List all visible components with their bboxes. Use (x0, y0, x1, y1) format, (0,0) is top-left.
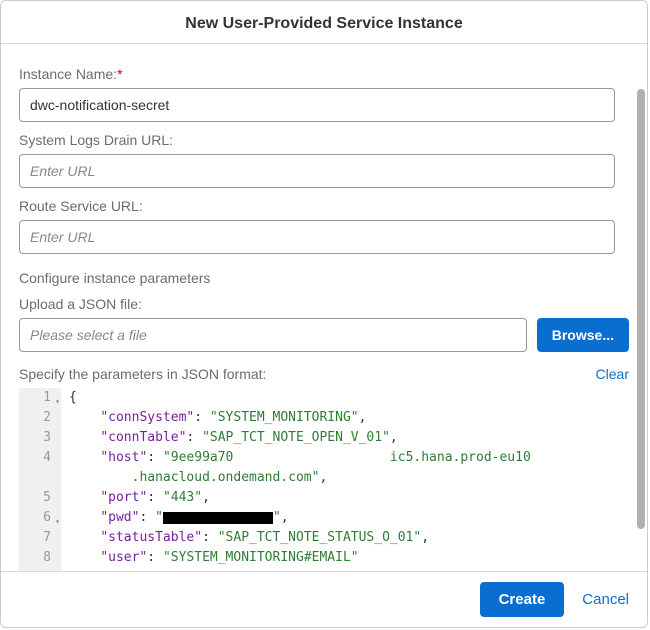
line-number: 9 (19, 568, 61, 571)
instance-name-input[interactable] (19, 88, 615, 122)
dialog-new-service-instance: New User-Provided Service Instance Insta… (0, 0, 648, 628)
code-line[interactable]: 8 "user": "SYSTEM_MONITORING#EMAIL" (19, 548, 615, 568)
code-content[interactable]: { (61, 388, 77, 408)
cancel-link[interactable]: Cancel (582, 591, 629, 608)
syslog-label: System Logs Drain URL: (19, 132, 629, 148)
code-content[interactable]: "host": "9ee99a70 ic5.hana.prod-eu10 (61, 448, 531, 468)
redacted-text (163, 512, 273, 524)
code-content[interactable]: "port": "443", (61, 488, 210, 508)
code-line[interactable]: 7 "statusTable": "SAP_TCT_NOTE_STATUS_O_… (19, 528, 615, 548)
line-number: 3 (19, 428, 61, 448)
upload-label: Upload a JSON file: (19, 296, 629, 312)
instance-name-label: Instance Name:* (19, 66, 629, 82)
upload-file-input[interactable] (19, 318, 527, 352)
create-button[interactable]: Create (480, 582, 565, 617)
code-line[interactable]: 2 "connSystem": "SYSTEM_MONITORING", (19, 408, 615, 428)
code-content[interactable]: "statusTable": "SAP_TCT_NOTE_STATUS_O_01… (61, 528, 429, 548)
code-line[interactable]: 3 "connTable": "SAP_TCT_NOTE_OPEN_V_01", (19, 428, 615, 448)
line-number: 8 (19, 548, 61, 568)
line-number: 7 (19, 528, 61, 548)
dialog-footer: Create Cancel (1, 571, 647, 627)
code-line[interactable]: 9} (19, 568, 615, 571)
code-line[interactable]: 6 "pwd": "", (19, 508, 615, 528)
code-content[interactable]: "user": "SYSTEM_MONITORING#EMAIL" (61, 548, 359, 568)
scrollbar-thumb[interactable] (637, 89, 645, 529)
line-number: 4 (19, 448, 61, 468)
json-format-label: Specify the parameters in JSON format: (19, 366, 266, 382)
code-line[interactable]: 4 "host": "9ee99a70 ic5.hana.prod-eu10 (19, 448, 615, 468)
code-content[interactable]: "connTable": "SAP_TCT_NOTE_OPEN_V_01", (61, 428, 398, 448)
line-number: 1 (19, 388, 61, 408)
line-number: 2 (19, 408, 61, 428)
code-line[interactable]: 1{ (19, 388, 615, 408)
code-content[interactable]: } (61, 568, 77, 571)
browse-button[interactable]: Browse... (537, 318, 629, 352)
scrollbar[interactable] (637, 89, 645, 539)
dialog-body: Instance Name:* System Logs Drain URL: R… (1, 44, 647, 571)
code-content[interactable]: "pwd": "", (61, 508, 289, 528)
route-url-input[interactable] (19, 220, 615, 254)
code-content[interactable]: "connSystem": "SYSTEM_MONITORING", (61, 408, 366, 428)
line-number: 5 (19, 488, 61, 508)
code-content[interactable]: .hanacloud.ondemand.com", (61, 468, 327, 488)
code-line[interactable]: .hanacloud.ondemand.com", (19, 468, 615, 488)
dialog-title: New User-Provided Service Instance (1, 1, 647, 44)
clear-link[interactable]: Clear (596, 366, 629, 382)
json-editor[interactable]: 1{2 "connSystem": "SYSTEM_MONITORING",3 … (19, 388, 615, 571)
code-line[interactable]: 5 "port": "443", (19, 488, 615, 508)
line-number (19, 468, 61, 488)
syslog-input[interactable] (19, 154, 615, 188)
line-number: 6 (19, 508, 61, 528)
required-asterisk: * (117, 66, 122, 82)
configure-params-text: Configure instance parameters (19, 270, 629, 286)
route-label: Route Service URL: (19, 198, 629, 214)
